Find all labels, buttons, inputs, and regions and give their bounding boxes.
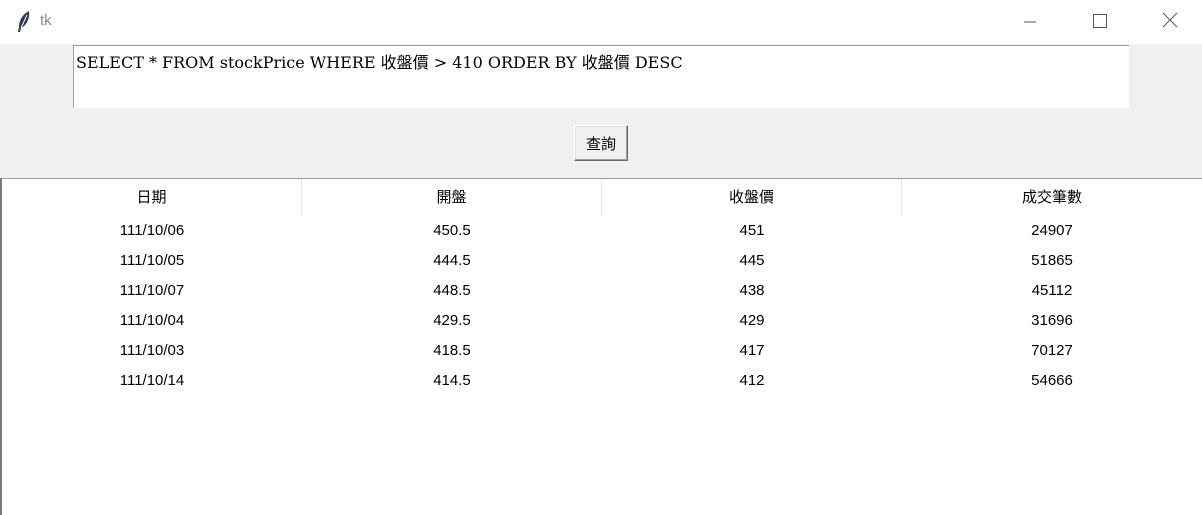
cell-open: 450.5 (433, 222, 471, 239)
cell-volume: 70127 (1031, 342, 1073, 359)
table-row[interactable]: 111/10/06 450.5 451 24907 (2, 216, 1202, 246)
cell-date: 111/10/05 (119, 252, 185, 269)
cell-date: 111/10/03 (119, 342, 185, 359)
cell-close: 417 (739, 342, 765, 359)
table-row[interactable]: 111/10/05 444.5 445 51865 (2, 246, 1202, 276)
query-button[interactable]: 查詢 (574, 125, 628, 161)
cell-open: 429.5 (433, 312, 471, 329)
table-row[interactable]: 111/10/14 414.5 412 54666 (2, 366, 1202, 396)
column-header-close[interactable]: 收盤價 (602, 179, 902, 216)
close-icon (1162, 12, 1178, 32)
cell-date: 111/10/07 (119, 282, 185, 299)
close-button[interactable] (1147, 0, 1193, 44)
sql-query-input[interactable]: SELECT * FROM stockPrice WHERE 收盤價 > 410… (73, 45, 1129, 108)
table-row[interactable]: 111/10/03 418.5 417 70127 (2, 336, 1202, 366)
cell-volume: 24907 (1031, 222, 1073, 239)
cell-date: 111/10/06 (119, 222, 185, 239)
cell-date: 111/10/04 (119, 312, 185, 329)
app-window: tk SELECT * FROM stockPrice WHERE 收盤價 > … (0, 0, 1202, 515)
cell-close: 451 (739, 222, 765, 239)
maximize-button[interactable] (1077, 0, 1123, 44)
column-header-volume[interactable]: 成交筆數 (902, 179, 1202, 216)
minimize-icon (1024, 13, 1036, 32)
cell-close: 429 (739, 312, 765, 329)
table-row[interactable]: 111/10/04 429.5 429 31696 (2, 306, 1202, 336)
cell-open: 444.5 (433, 252, 471, 269)
cell-volume: 45112 (1031, 282, 1073, 299)
results-table: 日期 開盤 收盤價 成交筆數 111/10/06 450.5 451 24907… (0, 178, 1202, 515)
cell-open: 414.5 (433, 372, 471, 389)
cell-volume: 54666 (1031, 372, 1073, 389)
cell-close: 438 (739, 282, 765, 299)
table-header: 日期 開盤 收盤價 成交筆數 (2, 179, 1202, 216)
feather-icon (16, 10, 32, 34)
window-title: tk (40, 12, 52, 29)
maximize-icon (1093, 13, 1107, 32)
column-header-date[interactable]: 日期 (2, 179, 302, 216)
cell-close: 412 (739, 372, 765, 389)
cell-volume: 31696 (1031, 312, 1073, 329)
cell-close: 445 (739, 252, 765, 269)
cell-open: 418.5 (433, 342, 471, 359)
minimize-button[interactable] (1007, 0, 1053, 44)
cell-open: 448.5 (433, 282, 471, 299)
title-bar: tk (0, 0, 1202, 44)
column-header-open[interactable]: 開盤 (302, 179, 602, 216)
table-body: 111/10/06 450.5 451 24907 111/10/05 444.… (2, 216, 1202, 396)
cell-date: 111/10/14 (119, 372, 185, 389)
table-row[interactable]: 111/10/07 448.5 438 45112 (2, 276, 1202, 306)
cell-volume: 51865 (1031, 252, 1073, 269)
